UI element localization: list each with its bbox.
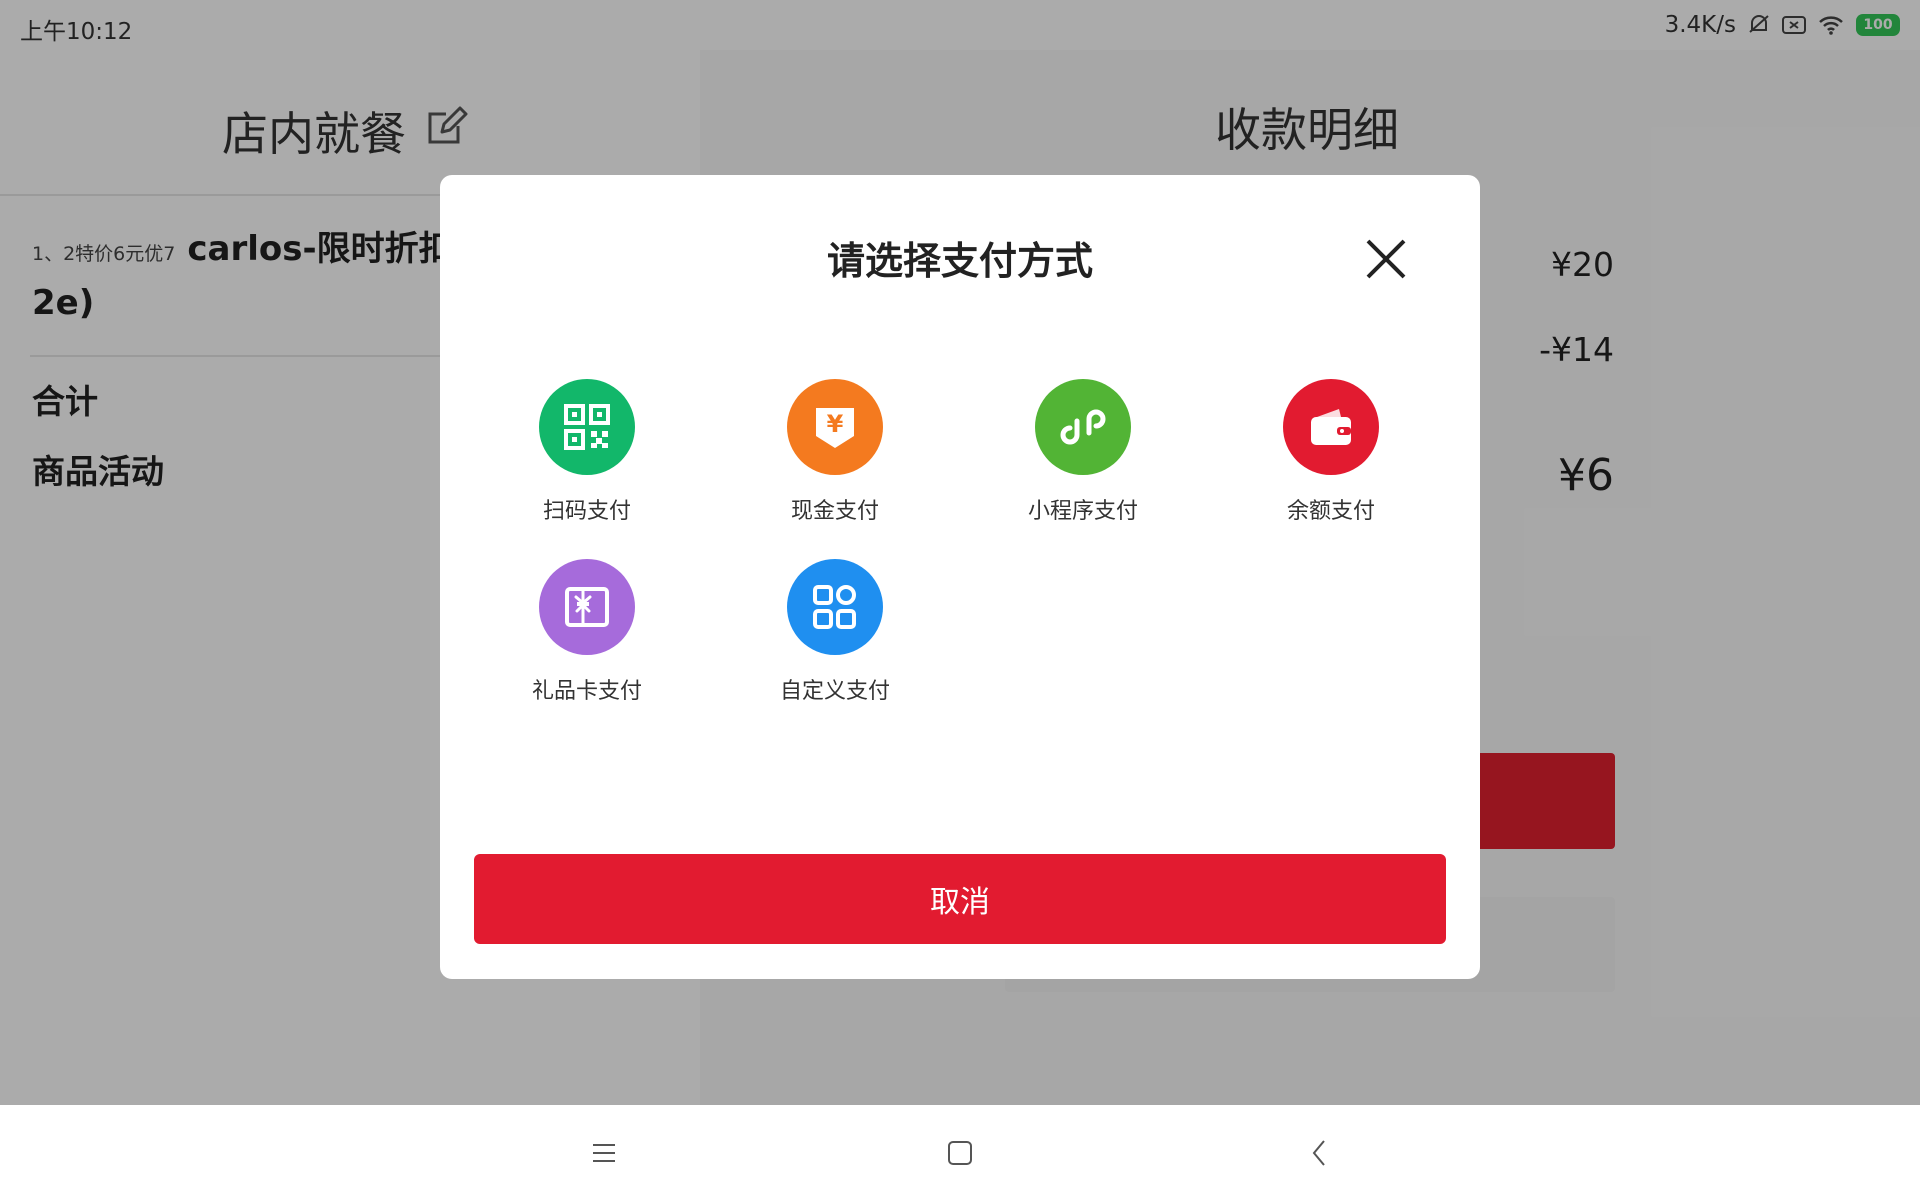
cancel-button[interactable]: 取消 <box>474 854 1446 944</box>
payment-method-label: 现金支付 <box>790 499 879 524</box>
payment-method-label: 礼品卡支付 <box>531 679 642 704</box>
gift-card-icon <box>539 559 635 655</box>
payment-method-label: 余额支付 <box>1286 499 1375 524</box>
payment-method-scan[interactable]: 扫码支付 <box>487 379 687 525</box>
payment-method-custom[interactable]: 自定义支付 <box>735 559 935 705</box>
wallet-icon <box>1283 379 1379 475</box>
payment-method-dialog: 请选择支付方式 扫码支付 ¥ 现金支付 小程序支付 余额支付 礼品卡支付 自定义… <box>440 175 1480 979</box>
qr-code-icon <box>539 379 635 475</box>
payment-method-label: 自定义支付 <box>779 679 890 704</box>
menu-icon[interactable] <box>584 1133 624 1173</box>
grid-apps-icon <box>787 559 883 655</box>
payment-method-mini-program[interactable]: 小程序支付 <box>983 379 1183 525</box>
mini-program-icon <box>1035 379 1131 475</box>
dialog-title: 请选择支付方式 <box>826 239 1093 283</box>
payment-method-label: 扫码支付 <box>542 499 631 524</box>
home-icon[interactable] <box>940 1133 980 1173</box>
svg-text:¥: ¥ <box>827 410 844 438</box>
payment-method-balance[interactable]: 余额支付 <box>1231 379 1431 525</box>
payment-method-gift-card[interactable]: 礼品卡支付 <box>487 559 687 705</box>
system-nav-bar <box>0 1105 1920 1200</box>
cash-icon: ¥ <box>787 379 883 475</box>
payment-method-label: 小程序支付 <box>1027 499 1138 524</box>
payment-method-cash[interactable]: ¥ 现金支付 <box>735 379 935 525</box>
back-icon[interactable] <box>1299 1133 1339 1173</box>
close-icon[interactable] <box>1360 233 1412 285</box>
